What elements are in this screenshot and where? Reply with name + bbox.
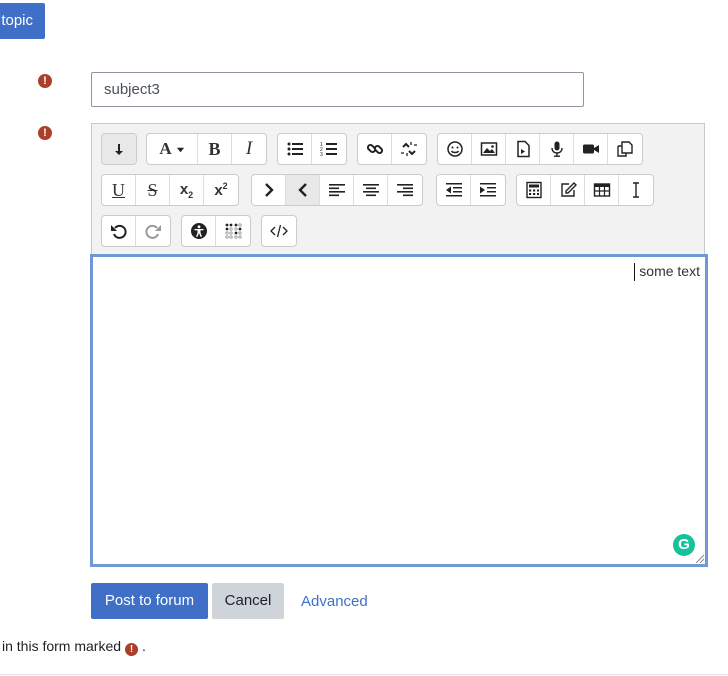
- toolbar-group-collapse: [101, 133, 137, 165]
- text-editor: A B I 123 U S x2 x2 some text G: [90, 123, 708, 567]
- align-center-icon[interactable]: [354, 175, 388, 205]
- align-left-icon[interactable]: [320, 175, 354, 205]
- redo-icon[interactable]: [136, 216, 170, 246]
- toolbar-group-history: [101, 215, 171, 247]
- html-icon[interactable]: [262, 216, 296, 246]
- toolbar-group-text: U S x2 x2: [101, 174, 239, 206]
- outdent-icon[interactable]: [437, 175, 471, 205]
- strikethrough-icon[interactable]: S: [136, 175, 170, 205]
- required-note-suffix: .: [142, 638, 146, 654]
- ordered-list-icon[interactable]: 123: [312, 134, 346, 164]
- toolbar-group-accessibility: [181, 215, 251, 247]
- rtl-icon[interactable]: [286, 175, 320, 205]
- collapse-toolbar-icon[interactable]: [102, 134, 136, 164]
- record-video-icon[interactable]: [574, 134, 608, 164]
- toolbar-group-insert: [516, 174, 654, 206]
- toolbar-group-indent: [436, 174, 506, 206]
- link-icon[interactable]: [358, 134, 392, 164]
- superscript-icon[interactable]: x2: [204, 175, 238, 205]
- required-fields-note: in this form marked!.: [2, 638, 146, 656]
- image-icon[interactable]: [472, 134, 506, 164]
- resize-handle-icon[interactable]: [694, 553, 704, 563]
- required-icon: !: [38, 74, 52, 88]
- toolbar-group-html: [261, 215, 297, 247]
- grammarly-icon[interactable]: G: [673, 534, 695, 556]
- editor-toolbar: A B I 123 U S x2 x2: [92, 124, 704, 256]
- screenreader-helper-icon[interactable]: [216, 216, 250, 246]
- toolbar-group-align: [251, 174, 423, 206]
- clear-formatting-icon[interactable]: [619, 175, 653, 205]
- svg-text:3: 3: [320, 152, 323, 158]
- italic-icon[interactable]: I: [232, 134, 266, 164]
- unlink-icon[interactable]: [392, 134, 426, 164]
- bold-icon[interactable]: B: [198, 134, 232, 164]
- editor-content-area[interactable]: some text G: [90, 254, 708, 567]
- manage-files-icon[interactable]: [608, 134, 642, 164]
- required-icon: !: [125, 643, 139, 656]
- toolbar-group-style: A B I: [146, 133, 267, 165]
- text-caret: [634, 263, 635, 281]
- editor-text: some text: [639, 263, 700, 279]
- subject-input[interactable]: subject3: [91, 72, 584, 107]
- align-right-icon[interactable]: [388, 175, 422, 205]
- equation-icon[interactable]: [517, 175, 551, 205]
- advanced-link[interactable]: Advanced: [301, 593, 368, 610]
- table-icon[interactable]: [585, 175, 619, 205]
- unordered-list-icon[interactable]: [278, 134, 312, 164]
- undo-icon[interactable]: [102, 216, 136, 246]
- emoji-icon[interactable]: [438, 134, 472, 164]
- toolbar-group-lists: 123: [277, 133, 347, 165]
- record-audio-icon[interactable]: [540, 134, 574, 164]
- media-file-icon[interactable]: [506, 134, 540, 164]
- toolbar-group-media: [437, 133, 643, 165]
- accessibility-checker-icon[interactable]: [182, 216, 216, 246]
- special-character-icon[interactable]: [551, 175, 585, 205]
- required-note-prefix: in this form marked: [2, 638, 122, 654]
- post-to-forum-button[interactable]: Post to forum: [91, 583, 208, 619]
- divider: [0, 674, 728, 675]
- subscript-icon[interactable]: x2: [170, 175, 204, 205]
- required-icon: !: [38, 126, 52, 140]
- indent-icon[interactable]: [471, 175, 505, 205]
- cancel-button[interactable]: Cancel: [212, 583, 284, 619]
- ltr-icon[interactable]: [252, 175, 286, 205]
- toolbar-group-links: [357, 133, 427, 165]
- topic-button[interactable]: topic: [0, 3, 45, 39]
- font-color-icon[interactable]: A: [147, 134, 198, 164]
- underline-icon[interactable]: U: [102, 175, 136, 205]
